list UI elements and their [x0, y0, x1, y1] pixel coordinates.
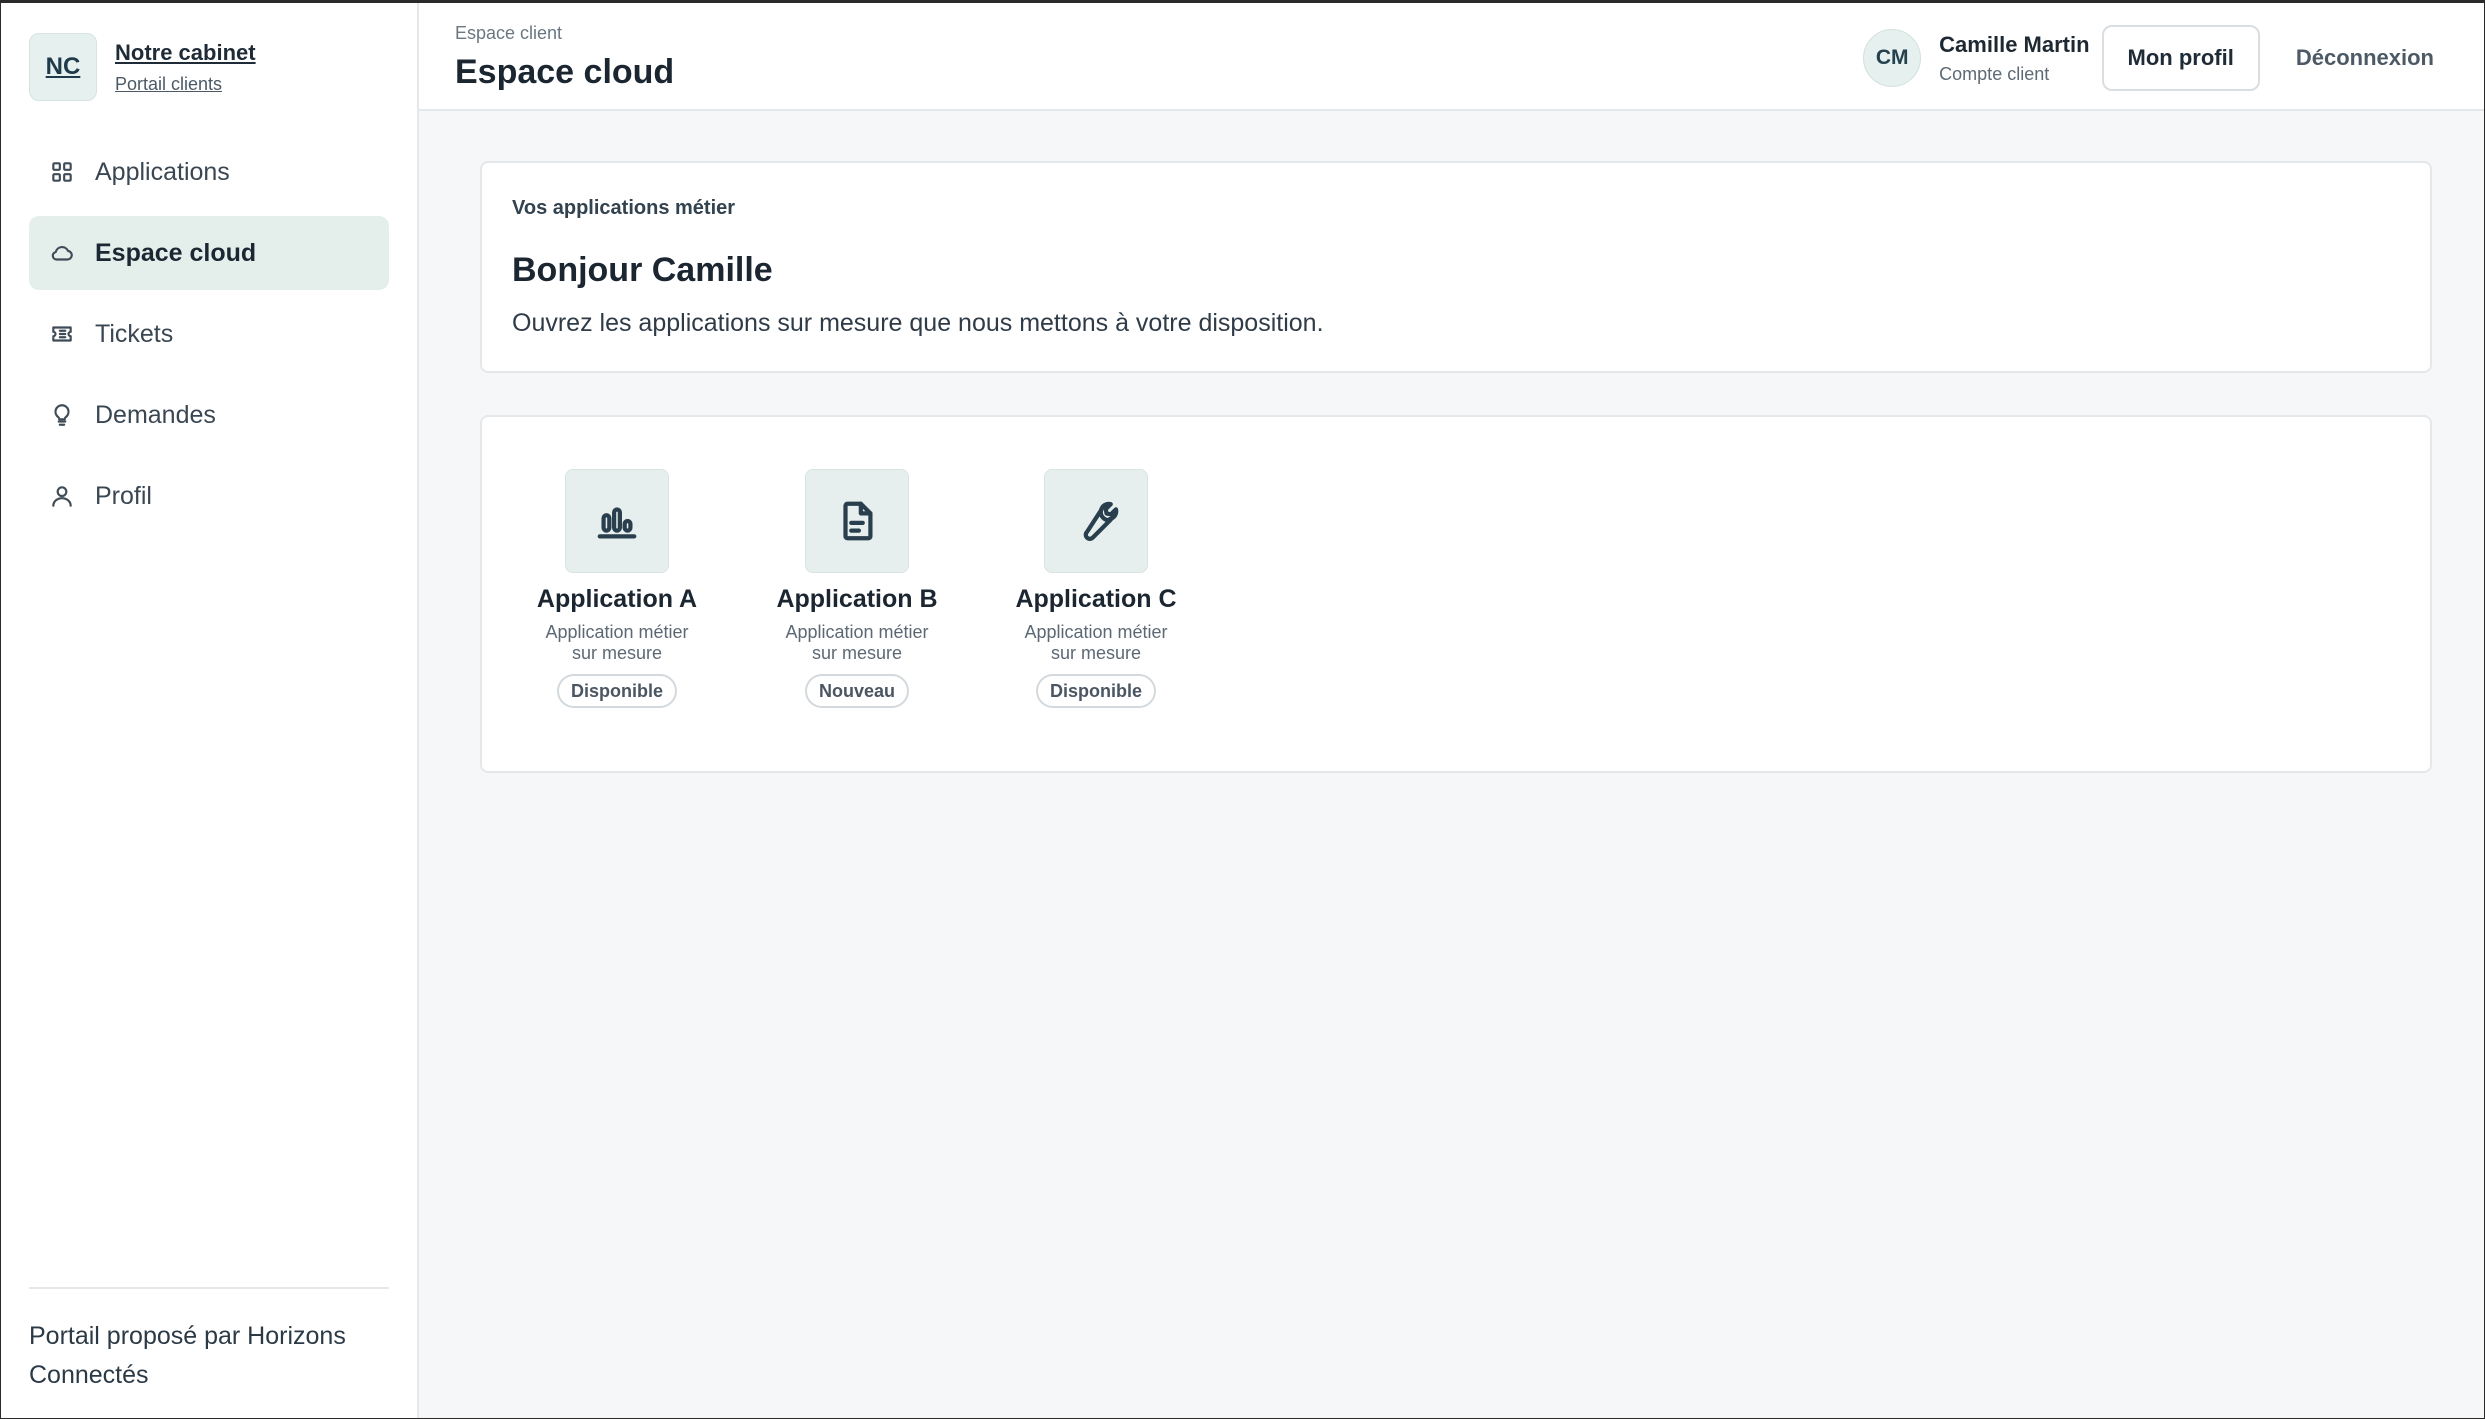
welcome-card: Vos applications métier Bonjour Camille … — [480, 161, 2432, 373]
brand-text: Notre cabinet Portail clients — [115, 40, 256, 95]
brand-name[interactable]: Notre cabinet — [115, 40, 256, 66]
sidebar-nav: Applications Espace cloud Tickets Demand… — [29, 135, 389, 540]
page-title: Espace cloud — [455, 53, 675, 91]
sidebar-item-label: Applications — [95, 157, 230, 186]
profile-button[interactable]: Mon profil — [2101, 25, 2260, 91]
sidebar-item-espace-cloud[interactable]: Espace cloud — [29, 216, 389, 290]
user-role: Compte client — [1939, 63, 2050, 84]
section-eyebrow: Vos applications métier — [512, 197, 736, 219]
user-info: Camille Martin Compte client — [1939, 32, 2089, 85]
app-description-line: Application métier — [785, 622, 929, 642]
sidebar-item-label: Profil — [95, 481, 152, 510]
greeting-heading: Bonjour Camille — [512, 251, 773, 289]
grid-icon — [49, 159, 75, 185]
sidebar-item-tickets[interactable]: Tickets — [29, 297, 389, 371]
status-badge: Nouveau — [804, 674, 910, 708]
brand-logo[interactable]: NC — [29, 33, 97, 101]
ticket-icon — [49, 321, 75, 347]
document-icon — [805, 469, 909, 573]
app-tile-a[interactable]: Application A Application métier sur mes… — [532, 469, 702, 708]
sidebar-item-label: Demandes — [95, 400, 216, 429]
welcome-description: Ouvrez les applications sur mesure que n… — [512, 309, 1324, 337]
app-name: Application C — [1015, 585, 1177, 613]
brand[interactable]: NC Notre cabinet Portail clients — [29, 33, 256, 101]
status-badge: Disponible — [556, 674, 677, 708]
brand-subtitle[interactable]: Portail clients — [115, 74, 256, 95]
app-tile-c[interactable]: Application C Application métier sur mes… — [1011, 469, 1181, 708]
app-description-line: sur mesure — [1050, 643, 1142, 663]
sidebar-item-demandes[interactable]: Demandes — [29, 378, 389, 452]
app-description: Application métier sur mesure — [532, 622, 702, 664]
sidebar-item-label: Espace cloud — [95, 238, 257, 267]
user-name: Camille Martin — [1939, 31, 2090, 57]
avatar: CM — [1863, 29, 1922, 87]
top-header: Espace client Espace cloud CM Camille Ma… — [419, 3, 2484, 111]
app-window: NC Notre cabinet Portail clients Applica… — [0, 0, 2485, 1419]
cloud-icon — [49, 240, 75, 266]
breadcrumb: Espace client — [455, 23, 563, 43]
app-description-line: sur mesure — [571, 643, 663, 663]
app-tile-b[interactable]: Application B Application métier sur mes… — [772, 469, 942, 708]
wrench-icon — [1044, 469, 1148, 573]
user-icon — [49, 483, 75, 509]
sidebar-item-profil[interactable]: Profil — [29, 459, 389, 533]
app-description: Application métier sur mesure — [772, 622, 942, 664]
app-description-line: Application métier — [545, 622, 689, 642]
apps-card: Application A Application métier sur mes… — [480, 415, 2432, 773]
sidebar-item-applications[interactable]: Applications — [29, 135, 389, 209]
user-area: CM Camille Martin Compte client Mon prof… — [1863, 25, 2434, 91]
app-description-line: Application métier — [1024, 622, 1168, 642]
bar-chart-icon — [565, 469, 669, 573]
app-name: Application B — [776, 585, 938, 613]
app-description: Application métier sur mesure — [1011, 622, 1181, 664]
sidebar-footer: Portail proposé par Horizons Connectés — [29, 1287, 389, 1395]
sidebar-item-label: Tickets — [95, 319, 174, 348]
logout-button[interactable]: Déconnexion — [2260, 25, 2434, 91]
app-description-line: sur mesure — [811, 643, 903, 663]
app-name: Application A — [536, 585, 698, 613]
lightbulb-icon — [49, 402, 75, 428]
status-badge: Disponible — [1035, 674, 1156, 708]
sidebar: NC Notre cabinet Portail clients Applica… — [1, 3, 419, 1418]
